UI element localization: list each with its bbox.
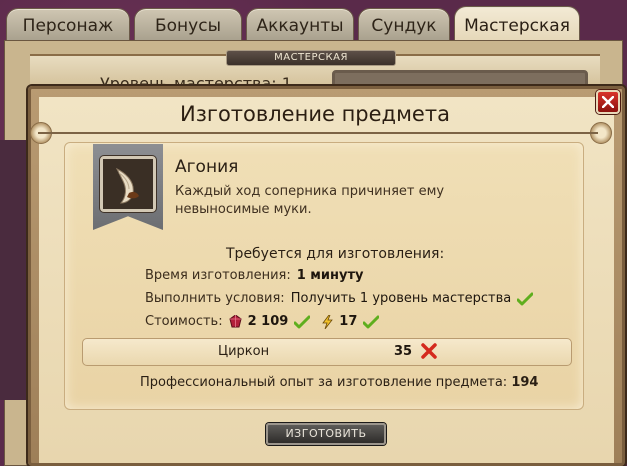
tab-chest[interactable]: Сундук	[358, 8, 450, 42]
experience-label: Профессиональный опыт за изготовление пр…	[140, 375, 508, 390]
conditions-label: Выполнить условия:	[145, 291, 285, 306]
craft-button[interactable]: ИЗГОТОВИТЬ	[266, 423, 386, 445]
energy-icon	[322, 314, 334, 329]
item-name: Агония	[175, 157, 239, 177]
dialog-title: Изготовление предмета	[180, 102, 450, 126]
tab-workshop[interactable]: Мастерская	[454, 6, 580, 44]
item-image[interactable]	[100, 156, 156, 212]
missing-x-icon	[421, 343, 437, 359]
craft-time-label: Время изготовления:	[145, 268, 291, 283]
close-button[interactable]	[596, 90, 620, 114]
resource-value: 35	[394, 344, 413, 359]
conditions-row: Выполнить условия: Получить 1 уровень ма…	[145, 291, 534, 306]
experience-line: Профессиональный опыт за изготовление пр…	[140, 375, 538, 390]
tab-bonuses[interactable]: Бонусы	[134, 8, 242, 42]
checkmark-icon	[363, 315, 380, 328]
craft-time-value: 1 минуту	[296, 268, 364, 283]
crystal-icon	[229, 315, 242, 328]
top-tabs: Персонаж Бонусы Аккаунты Сундук Мастерск…	[6, 6, 627, 44]
resource-row	[82, 338, 572, 366]
cost-row: Стоимость: 2 109 17	[145, 314, 380, 329]
cost-label: Стоимость:	[145, 314, 223, 329]
left-shadow	[0, 140, 26, 400]
checkmark-icon	[517, 292, 534, 305]
close-icon	[602, 96, 614, 108]
tab-accounts[interactable]: Аккаунты	[246, 8, 354, 42]
checkmark-icon	[294, 315, 311, 328]
cost-crystals-value: 2 109	[247, 314, 289, 329]
horn-icon	[103, 159, 153, 209]
workshop-title: МАСТЕРСКАЯ	[226, 50, 396, 66]
item-description: Каждый ход соперника причиняет ему невын…	[175, 184, 445, 217]
title-divider	[38, 132, 598, 134]
resource-name: Циркон	[218, 344, 270, 359]
requirements-header: Требуется для изготовления:	[226, 246, 445, 262]
conditions-value: Получить 1 уровень мастерства	[290, 291, 512, 306]
craft-time-row: Время изготовления: 1 минуту	[145, 268, 364, 283]
tab-character[interactable]: Персонаж	[6, 8, 130, 42]
cost-energy-value: 17	[339, 314, 358, 329]
experience-value: 194	[511, 375, 539, 390]
